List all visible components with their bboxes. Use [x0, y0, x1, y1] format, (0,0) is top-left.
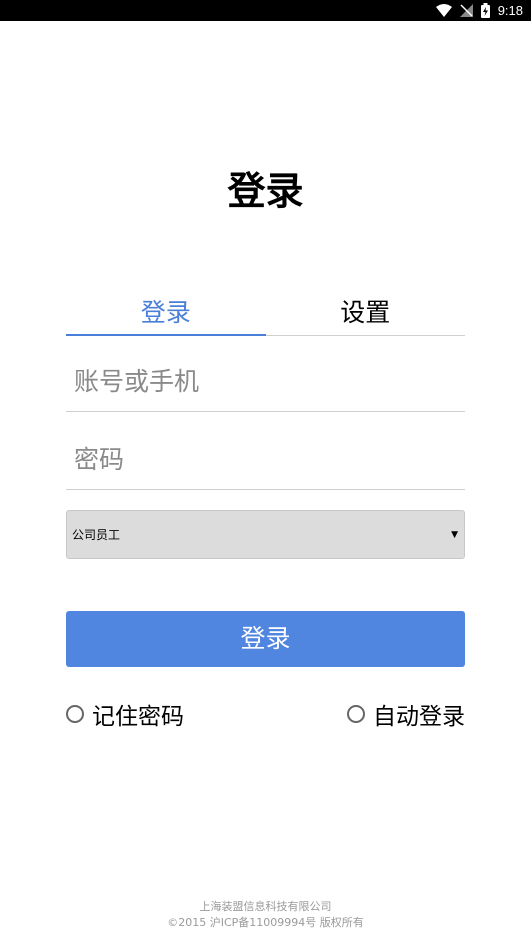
status-time: 9:18	[497, 3, 523, 18]
status-bar: 9:18	[0, 0, 531, 21]
auto-login-label: 自动登录	[373, 704, 465, 730]
page-title: 登录	[227, 169, 304, 213]
auto-login-radio[interactable]	[347, 705, 365, 723]
tab-settings[interactable]: 设置	[266, 292, 466, 335]
dropdown-arrow-icon: ▼	[451, 529, 458, 540]
login-button[interactable]: 登录	[66, 611, 465, 667]
account-input[interactable]	[66, 352, 465, 412]
role-select-value: 公司员工	[72, 528, 121, 542]
tab-bar: 登录 设置	[66, 292, 465, 336]
footer: 上海装盟信息科技有限公司 ©2015 沪ICP备11009994号 版权所有	[0, 899, 531, 931]
footer-copyright: ©2015 沪ICP备11009994号 版权所有	[167, 916, 364, 929]
role-select[interactable]: 公司员工 ▼	[66, 510, 465, 559]
remember-password-option[interactable]: 记住密码	[66, 699, 184, 730]
no-signal-icon	[459, 0, 473, 21]
password-input[interactable]	[66, 430, 465, 490]
auto-login-option[interactable]: 自动登录	[347, 699, 465, 730]
footer-company: 上海装盟信息科技有限公司	[199, 900, 332, 913]
remember-password-radio[interactable]	[66, 705, 84, 723]
battery-charging-icon	[480, 0, 490, 21]
remember-password-label: 记住密码	[92, 704, 184, 730]
wifi-icon	[435, 0, 452, 21]
tab-login[interactable]: 登录	[66, 292, 266, 336]
